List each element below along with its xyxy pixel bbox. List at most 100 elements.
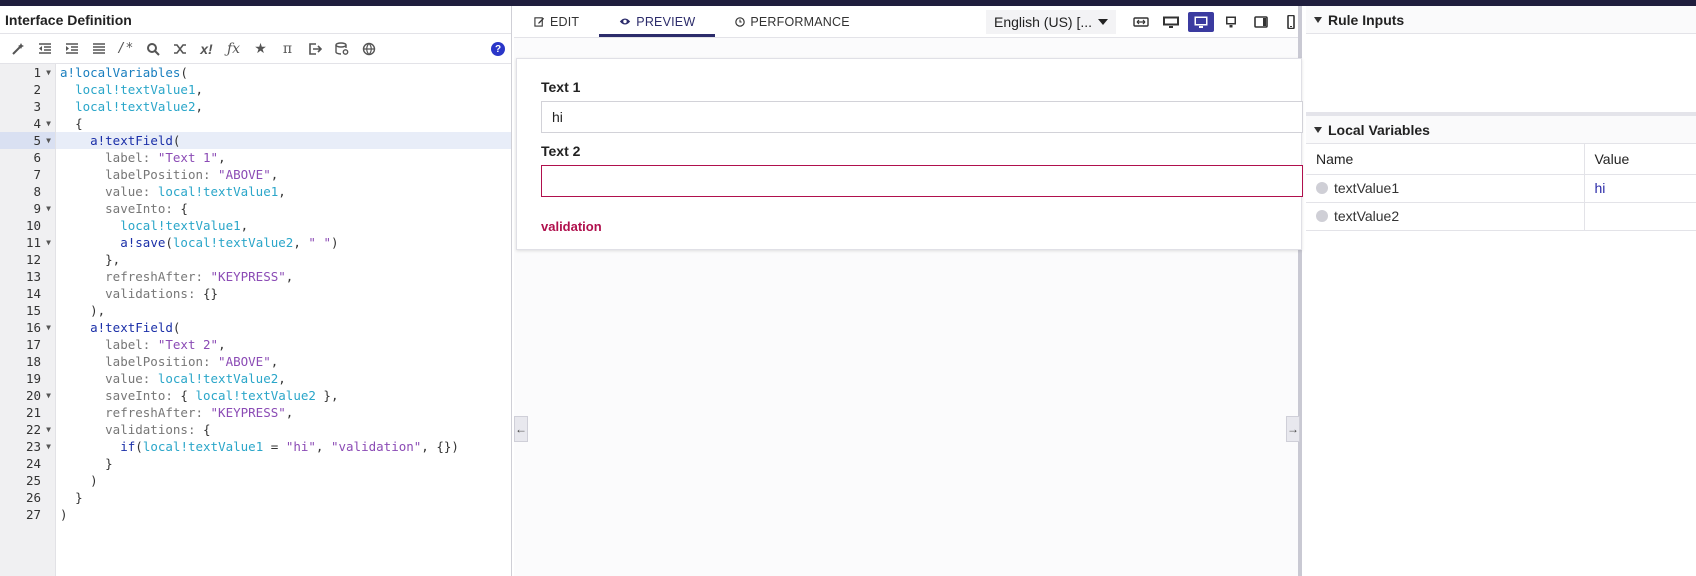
comment-icon[interactable]: /* xyxy=(112,38,139,60)
line-number: 10 xyxy=(25,218,41,233)
edit-icon xyxy=(534,17,545,27)
code-line: label: "Text 2", xyxy=(105,337,226,352)
globe-icon[interactable] xyxy=(355,38,382,60)
variable-name: textValue2 xyxy=(1334,208,1400,224)
line-number: 22 ▼ xyxy=(25,421,51,438)
database-icon[interactable] xyxy=(328,38,355,60)
line-number: 17 xyxy=(25,337,41,352)
line-number: 5 ▼ xyxy=(0,132,55,149)
code-line: a!textField( xyxy=(56,132,511,149)
variable-name: textValue1 xyxy=(1334,180,1400,196)
collapse-left-button[interactable]: ← xyxy=(514,416,528,442)
fold-toggle-icon[interactable]: ▼ xyxy=(46,132,51,149)
arrow-right-icon: → xyxy=(1287,422,1299,436)
wide-desktop-icon[interactable] xyxy=(1158,12,1184,32)
line-number: 6 xyxy=(33,150,41,165)
tablet-icon[interactable] xyxy=(1248,12,1274,32)
tab-edit[interactable]: EDIT xyxy=(514,6,599,37)
fit-width-icon[interactable] xyxy=(1128,12,1154,32)
language-select[interactable]: English (US) [... xyxy=(986,10,1116,34)
code-line: label: "Text 1", xyxy=(105,150,226,165)
line-number: 8 xyxy=(33,184,41,199)
code-line: a!save(local!textValue2, " ") xyxy=(120,235,339,250)
rule-inputs-header[interactable]: Rule Inputs xyxy=(1306,6,1696,34)
line-number: 24 xyxy=(25,456,41,471)
monitor-icon[interactable] xyxy=(1218,12,1244,32)
text-1-input[interactable]: hi xyxy=(541,101,1303,133)
code-line: refreshAfter: "KEYPRESS", xyxy=(105,269,294,284)
fold-toggle-icon[interactable]: ▼ xyxy=(46,421,51,438)
code-line: value: local!textValue2, xyxy=(105,371,286,386)
fold-toggle-icon[interactable]: ▼ xyxy=(46,115,51,132)
code-line: a!localVariables( xyxy=(60,65,188,80)
interface-definition-pane: Interface Definition /* x! ƒx ★ π ? 1 ▼ 2 3… xyxy=(0,6,512,576)
line-number: 4 ▼ xyxy=(33,115,51,132)
tab-preview[interactable]: PREVIEW xyxy=(599,6,716,37)
collapse-right-button[interactable]: → xyxy=(1286,416,1300,442)
export-icon[interactable] xyxy=(301,38,328,60)
code-area[interactable]: a!localVariables( local!textValue1, loca… xyxy=(56,64,511,576)
tab-label: EDIT xyxy=(550,14,580,29)
line-number: 7 xyxy=(33,167,41,182)
table-row[interactable]: textValue1 hi xyxy=(1306,174,1696,203)
code-line: ) xyxy=(90,473,98,488)
line-number: 20 ▼ xyxy=(25,387,51,404)
code-line: ), xyxy=(90,303,106,318)
code-line: value: local!textValue1, xyxy=(105,184,286,199)
table-row[interactable]: textValue2 xyxy=(1306,202,1696,231)
fold-toggle-icon[interactable]: ▼ xyxy=(46,438,51,455)
tab-performance[interactable]: PERFORMANCE xyxy=(715,6,869,37)
code-line: local!textValue1, xyxy=(75,82,204,97)
star-icon[interactable]: ★ xyxy=(247,38,274,60)
desktop-icon[interactable] xyxy=(1188,12,1214,32)
code-line: local!textValue2, xyxy=(75,99,204,114)
variable-name-cell: textValue2 xyxy=(1306,202,1584,231)
fold-toggle-icon[interactable]: ▼ xyxy=(46,64,51,81)
search-icon[interactable] xyxy=(139,38,166,60)
code-line: validations: {} xyxy=(105,286,219,301)
text-2-label: Text 2 xyxy=(541,143,581,159)
fold-toggle-icon[interactable]: ▼ xyxy=(46,234,51,251)
line-number: 1 ▼ xyxy=(33,64,51,81)
line-number: 21 xyxy=(25,405,41,420)
line-number: 12 xyxy=(25,252,41,267)
local-variables-header[interactable]: Local Variables xyxy=(1306,116,1696,144)
line-number: 25 xyxy=(25,473,41,488)
column-header-name: Name xyxy=(1306,144,1584,175)
pane-title: Interface Definition xyxy=(0,6,511,34)
indent-icon[interactable] xyxy=(58,38,85,60)
phone-icon[interactable] xyxy=(1278,12,1304,32)
code-line: refreshAfter: "KEYPRESS", xyxy=(105,405,294,420)
preview-pane: EDIT PREVIEW PERFORMANCE English (US) [.… xyxy=(514,6,1303,576)
code-line: saveInto: { local!textValue2 }, xyxy=(105,388,339,403)
code-editor[interactable]: 1 ▼ 2 3 4 ▼ 5 ▼ 6 7 8 9 ▼ 10 11 ▼ 12 13 14 15 16 ▼ 17 18 19 20 ▼ 21… xyxy=(0,64,511,576)
tab-label: PREVIEW xyxy=(636,14,696,29)
view-tabs: EDIT PREVIEW PERFORMANCE English (US) [.… xyxy=(514,6,1298,38)
text-2-input[interactable] xyxy=(541,165,1303,197)
language-value: English (US) [... xyxy=(994,14,1093,30)
variable-value-cell xyxy=(1583,202,1696,231)
line-number: 3 xyxy=(33,99,41,114)
wand-icon[interactable] xyxy=(4,38,31,60)
validation-message: validation xyxy=(541,219,602,234)
shuffle-icon[interactable] xyxy=(166,38,193,60)
help-icon[interactable]: ? xyxy=(491,42,505,56)
pi-icon[interactable]: π xyxy=(274,38,301,60)
variable-name-cell: textValue1 xyxy=(1306,174,1584,203)
editor-toolbar: /* x! ƒx ★ π ? xyxy=(0,34,511,64)
code-line: labelPosition: "ABOVE", xyxy=(105,354,279,369)
code-line: saveInto: { xyxy=(105,201,188,216)
fold-toggle-icon[interactable]: ▼ xyxy=(46,319,51,336)
fold-toggle-icon[interactable]: ▼ xyxy=(46,200,51,217)
outdent-icon[interactable] xyxy=(31,38,58,60)
code-line: validations: { xyxy=(105,422,211,437)
variable-status-icon xyxy=(1316,210,1328,222)
line-number: 16 ▼ xyxy=(25,319,51,336)
inspector-pane: Rule Inputs Local Variables Name Value t… xyxy=(1306,6,1696,576)
chevron-down-icon xyxy=(1098,19,1108,25)
function-icon[interactable]: ƒx xyxy=(220,38,247,60)
code-line: } xyxy=(105,456,113,471)
x-bang-icon[interactable]: x! xyxy=(193,38,220,60)
list-icon[interactable] xyxy=(85,38,112,60)
fold-toggle-icon[interactable]: ▼ xyxy=(46,387,51,404)
